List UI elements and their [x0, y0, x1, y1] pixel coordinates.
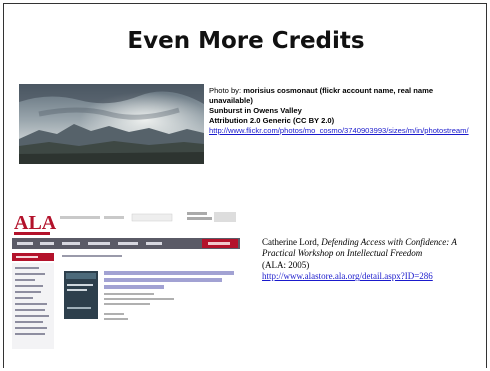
owens-valley-photo [19, 84, 204, 164]
ala-store-link[interactable]: http://www.alastore.ala.org/detail.aspx?… [262, 271, 433, 281]
book-author: Catherine Lord, [262, 237, 322, 247]
slide: Even More Credits Photo by: morisius cos… [3, 3, 487, 368]
credit-author: morisius cosmonaut (flickr account name,… [209, 86, 434, 105]
flickr-link[interactable]: http://www.flickr.com/photos/mo_cosmo/37… [209, 126, 469, 135]
photo-credit: Photo by: morisius cosmonaut (flickr acc… [209, 86, 479, 136]
ala-logo: ALA [14, 212, 57, 234]
credit-photo-title: Sunburst in Owens Valley [209, 106, 302, 115]
book-credit: Catherine Lord, Defending Access with Co… [262, 237, 490, 283]
slide-title: Even More Credits [127, 28, 365, 54]
credit-prefix: Photo by: [209, 86, 244, 95]
ala-store-screenshot: ALA [12, 209, 240, 349]
ala-webpage-image: ALA [12, 209, 240, 349]
credit-license: Attribution 2.0 Generic (CC BY 2.0) [209, 116, 335, 125]
book-publisher: (ALA: 2005) [262, 259, 310, 270]
landscape-image [19, 84, 204, 164]
